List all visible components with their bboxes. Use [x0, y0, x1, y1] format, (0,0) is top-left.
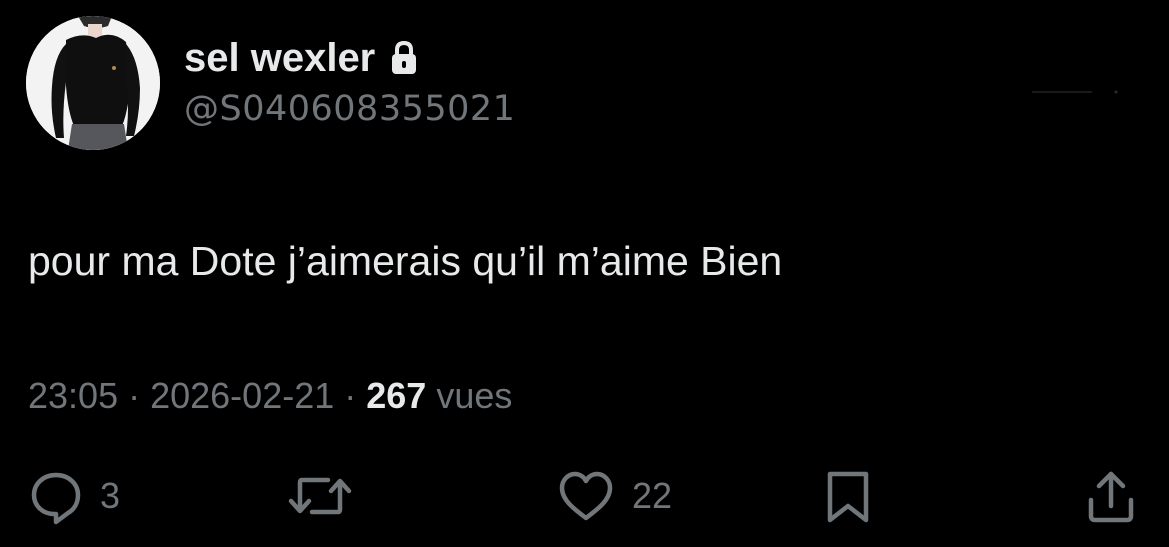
- user-handle[interactable]: @S040608355021: [184, 88, 515, 130]
- heart-icon: [554, 466, 618, 526]
- bookmark-button[interactable]: [820, 466, 876, 526]
- name-row: sel wexler: [184, 36, 515, 80]
- faint-mark: [1032, 84, 1118, 94]
- action-bar: 3 22: [0, 466, 1169, 526]
- share-icon: [1082, 466, 1140, 526]
- tweet-metadata: 23:05 · 2026-02-21 · 267 vues: [28, 374, 512, 418]
- views-label: vues: [436, 375, 513, 416]
- retweet-icon: [286, 466, 354, 526]
- reply-button[interactable]: 3: [26, 466, 120, 526]
- like-button[interactable]: 22: [554, 466, 672, 526]
- share-button[interactable]: [1082, 466, 1140, 526]
- meta-separator: ·: [344, 375, 357, 416]
- views-count: 267: [366, 375, 427, 416]
- retweet-button[interactable]: [286, 466, 368, 526]
- reply-count: 3: [100, 475, 121, 516]
- tweet-date[interactable]: 2026-02-21: [150, 375, 334, 416]
- display-name[interactable]: sel wexler: [184, 36, 375, 80]
- tweet-text: pour ma Dote j’aimerais qu’il m’aime Bie…: [28, 238, 783, 284]
- author-info: sel wexler @S040608355021: [184, 36, 515, 130]
- meta-separator: ·: [128, 375, 141, 416]
- avatar[interactable]: [26, 16, 160, 150]
- avatar-photo: [26, 16, 160, 150]
- tweet-time[interactable]: 23:05: [28, 375, 118, 416]
- like-count: 22: [632, 475, 673, 516]
- lock-icon: [389, 40, 419, 76]
- bookmark-icon: [820, 466, 876, 526]
- reply-bubble-icon: [26, 466, 86, 526]
- tweet-card: sel wexler @S040608355021 pour ma Dote j…: [0, 0, 1169, 547]
